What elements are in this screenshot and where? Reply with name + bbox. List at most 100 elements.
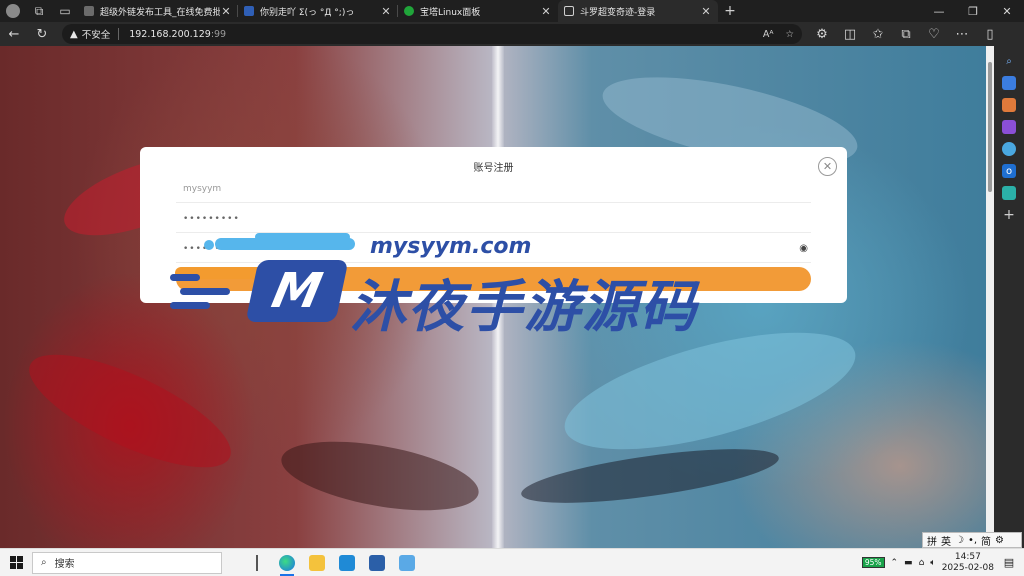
favorites-icon[interactable]: ✩ <box>864 22 892 46</box>
address-host: 192.168.200.129 <box>129 28 211 40</box>
clock-time: 14:57 <box>954 551 981 562</box>
scroll-thumb[interactable] <box>988 62 992 192</box>
tab-actions-icon[interactable]: ▭ <box>52 0 78 22</box>
edge-sidebar: ⌕ o + <box>994 46 1024 548</box>
outlook-icon[interactable]: o <box>1002 164 1016 178</box>
ime-simp[interactable]: 简 <box>981 533 991 548</box>
tab-favicon <box>244 6 254 16</box>
tab-strip: ⧉ ▭ 超级外链发布工具_在线免费批量 ✕ 你别走吖 Σ(っ °Д °;)っ ✕… <box>0 0 1024 22</box>
battery-percent: 95% <box>861 557 885 568</box>
telegram-icon[interactable] <box>1002 186 1016 200</box>
watermark-speed-lines <box>170 274 240 314</box>
chevron-up-icon[interactable]: ⌃ <box>891 558 899 568</box>
shopping-icon[interactable] <box>1002 76 1016 90</box>
tab-close-icon[interactable]: ✕ <box>380 5 392 18</box>
back-arrow-icon: ← <box>8 26 20 42</box>
taskbar-edge[interactable] <box>272 549 302 576</box>
back-button[interactable]: ← <box>0 22 28 46</box>
page-background: 账号注册 ✕ mysyym ••••••••• ••••••••• ◉ mysy… <box>0 46 986 548</box>
search-icon[interactable]: ⌕ <box>1002 54 1016 68</box>
profile-button[interactable] <box>0 0 26 22</box>
close-icon[interactable]: ✕ <box>818 157 837 176</box>
tab-link-tool[interactable]: 超级外链发布工具_在线免费批量 ✕ <box>78 0 238 22</box>
app-icon <box>339 554 355 571</box>
workspaces-icon[interactable]: ⧉ <box>26 0 52 22</box>
address-actions: Aᴬ ☆ <box>763 29 794 40</box>
clock[interactable]: 14:57 2025-02-08 <box>942 552 994 574</box>
profile-avatar <box>6 4 20 18</box>
watermark-cn-text: 沐夜手游源码 <box>350 275 698 340</box>
watermark-m-badge: M <box>245 260 349 322</box>
refresh-icon: ↻ <box>36 26 48 42</box>
tab-title: 宝塔Linux面板 <box>420 7 481 18</box>
insecure-label: 不安全 <box>81 30 111 41</box>
taskbar-app-4[interactable] <box>362 549 392 576</box>
start-button[interactable] <box>0 549 32 576</box>
battery-icon[interactable]: ▬ <box>904 558 913 568</box>
close-window-button[interactable]: ✕ <box>990 0 1024 22</box>
window-controls: — ❐ ✕ <box>922 0 1024 22</box>
address-divider <box>118 28 120 40</box>
address-port: :99 <box>210 28 227 40</box>
taskbar-search[interactable]: ⌕ 搜索 <box>32 551 222 574</box>
hair-shape <box>518 438 782 514</box>
read-aloud-icon[interactable]: Aᴬ <box>763 29 774 40</box>
taskbar-app-3[interactable] <box>332 549 362 576</box>
notification-icon[interactable]: ▤ <box>1000 554 1018 572</box>
watermark-bar <box>255 233 350 241</box>
page-scrollbar[interactable] <box>986 46 994 548</box>
games-icon[interactable] <box>1002 120 1016 134</box>
edge-icon <box>279 554 295 571</box>
tab-favicon <box>564 6 574 16</box>
tab-bt-panel[interactable]: 宝塔Linux面板 ✕ <box>398 0 558 22</box>
username-field[interactable]: mysyym <box>176 175 811 203</box>
tab-favicon <box>404 6 414 16</box>
ime-punct[interactable]: •, <box>968 535 977 546</box>
taskbar-explorer[interactable] <box>302 549 332 576</box>
taskbar: ⌕ 搜索 95% ⌃ ▬ ⌂ 🔈︎ 14:57 2025-02-08 ▤ <box>0 548 1024 576</box>
copilot-icon[interactable] <box>1002 142 1016 156</box>
add-icon[interactable]: + <box>1002 207 1016 223</box>
clock-date: 2025-02-08 <box>941 562 994 573</box>
tab-title: 斗罗超变奇迹-登录 <box>580 7 656 18</box>
gear-icon[interactable]: ⚙ <box>995 535 1004 546</box>
collections-icon[interactable]: ⧉ <box>892 22 920 46</box>
tab-title: 超级外链发布工具_在线免费批量 <box>100 7 220 18</box>
hair-shape <box>15 332 245 490</box>
minimize-button[interactable]: — <box>922 0 956 22</box>
ime-mode[interactable]: 拼 <box>927 533 937 548</box>
moon-icon[interactable]: ☽ <box>955 535 964 546</box>
ime-toolbar[interactable]: 拼 英 ☽ •, 简 ⚙ <box>922 532 1022 548</box>
volume-icon[interactable]: 🔈︎ <box>930 558 935 568</box>
tab-dont-go[interactable]: 你别走吖 Σ(っ °Д °;)っ ✕ <box>238 0 398 22</box>
restore-button[interactable]: ❐ <box>956 0 990 22</box>
search-icon: ⌕ <box>41 557 47 568</box>
tools-icon[interactable] <box>1002 98 1016 112</box>
watermark-logo: mysyym.com M 沐夜手游源码 <box>170 226 860 346</box>
performance-icon[interactable]: ♡ <box>920 22 948 46</box>
tab-login[interactable]: 斗罗超变奇迹-登录 ✕ <box>558 0 718 22</box>
windows-logo-icon <box>9 556 23 569</box>
folder-icon <box>309 554 325 571</box>
hair-shape <box>276 429 484 523</box>
split-screen-icon[interactable]: ◫ <box>836 22 864 46</box>
taskbar-app-5[interactable] <box>392 549 422 576</box>
tab-close-icon[interactable]: ✕ <box>220 5 232 18</box>
address-bar[interactable]: ▲ 不安全 192.168.200.129 :99 Aᴬ ☆ <box>62 24 802 44</box>
ime-lang[interactable]: 英 <box>941 533 951 548</box>
app-icon <box>369 554 385 571</box>
taskbar-divider <box>242 549 272 576</box>
app-icon <box>399 554 415 571</box>
battery-indicator[interactable]: 95% <box>861 557 885 568</box>
tab-close-icon[interactable]: ✕ <box>700 5 712 18</box>
more-icon[interactable]: ⋯ <box>948 22 976 46</box>
tab-title: 你别走吖 Σ(っ °Д °;)っ <box>260 7 355 18</box>
sidebar-toggle-icon[interactable]: ▯ <box>976 22 1004 46</box>
extensions-icon[interactable]: ⚙ <box>808 22 836 46</box>
tab-close-icon[interactable]: ✕ <box>540 5 552 18</box>
tab-favicon <box>84 6 94 16</box>
refresh-button[interactable]: ↻ <box>28 22 56 46</box>
network-icon[interactable]: ⌂ <box>919 558 925 568</box>
star-icon[interactable]: ☆ <box>785 29 794 40</box>
new-tab-button[interactable]: + <box>718 0 742 22</box>
